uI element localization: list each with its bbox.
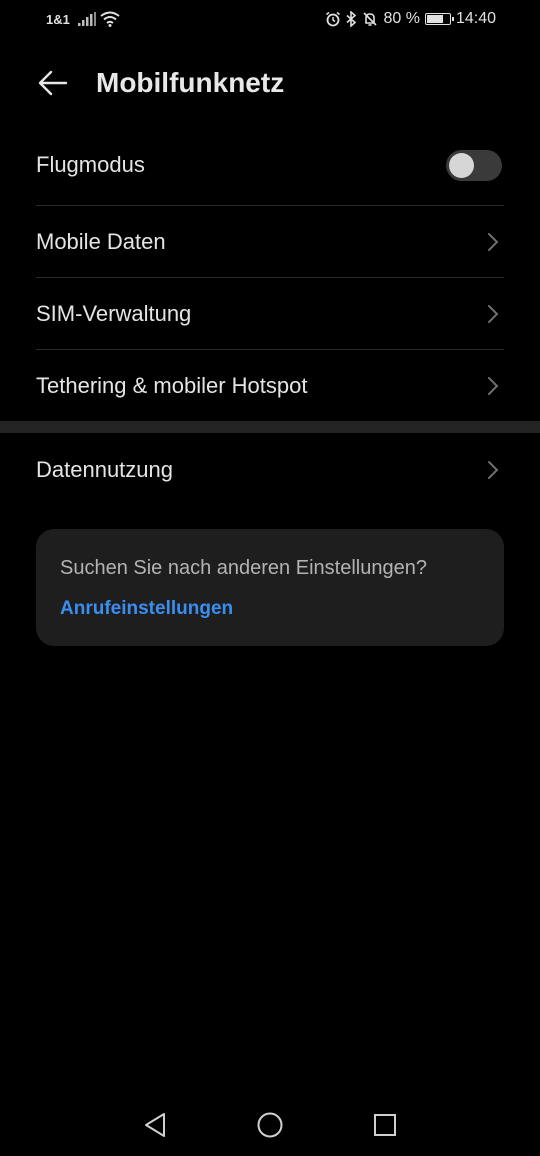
alarm-icon bbox=[326, 11, 341, 27]
airplane-mode-row[interactable]: Flugmodus bbox=[36, 129, 504, 201]
chevron-right-icon bbox=[488, 305, 499, 323]
sim-management-row[interactable]: SIM-Verwaltung bbox=[36, 278, 504, 350]
signal-icon bbox=[78, 12, 96, 26]
chevron-right-icon bbox=[488, 233, 499, 251]
data-usage-row[interactable]: Datennutzung bbox=[36, 434, 504, 506]
chevron-right-icon bbox=[488, 377, 499, 395]
nav-back-icon[interactable] bbox=[142, 1111, 168, 1139]
suggestion-card: Suchen Sie nach anderen Einstellungen? A… bbox=[36, 529, 504, 646]
data-usage-label: Datennutzung bbox=[36, 457, 173, 482]
tethering-hotspot-label: Tethering & mobiler Hotspot bbox=[36, 373, 308, 398]
tethering-hotspot-row[interactable]: Tethering & mobiler Hotspot bbox=[36, 350, 504, 422]
call-settings-link[interactable]: Anrufeinstellungen bbox=[60, 598, 233, 620]
suggestion-question: Suchen Sie nach anderen Einstellungen? bbox=[60, 557, 427, 579]
airplane-mode-toggle[interactable] bbox=[446, 149, 502, 181]
clock: 14:40 bbox=[455, 10, 496, 27]
battery-icon bbox=[424, 13, 454, 25]
arrow-left-icon[interactable] bbox=[36, 66, 70, 100]
page-title: Mobilfunknetz bbox=[96, 67, 285, 98]
section-separator bbox=[0, 421, 540, 433]
nav-recents-icon[interactable] bbox=[372, 1112, 398, 1138]
mute-icon bbox=[363, 12, 378, 26]
airplane-mode-label: Flugmodus bbox=[36, 152, 145, 177]
mobile-data-row[interactable]: Mobile Daten bbox=[36, 206, 504, 278]
sim-management-label: SIM-Verwaltung bbox=[36, 301, 192, 326]
battery-percent: 80 % bbox=[383, 10, 420, 27]
carrier-label: 1&1 bbox=[46, 12, 70, 27]
chevron-right-icon bbox=[488, 461, 499, 479]
toggle-knob bbox=[449, 152, 474, 178]
mobile-data-label: Mobile Daten bbox=[36, 229, 166, 254]
bluetooth-icon bbox=[346, 11, 357, 27]
nav-home-icon[interactable] bbox=[256, 1111, 284, 1139]
status-bar: 1&1 80 % 14:40 bbox=[0, 0, 540, 40]
wifi-icon bbox=[100, 11, 120, 27]
battery-level-fill bbox=[426, 15, 443, 23]
navigation-bar bbox=[0, 1094, 540, 1156]
